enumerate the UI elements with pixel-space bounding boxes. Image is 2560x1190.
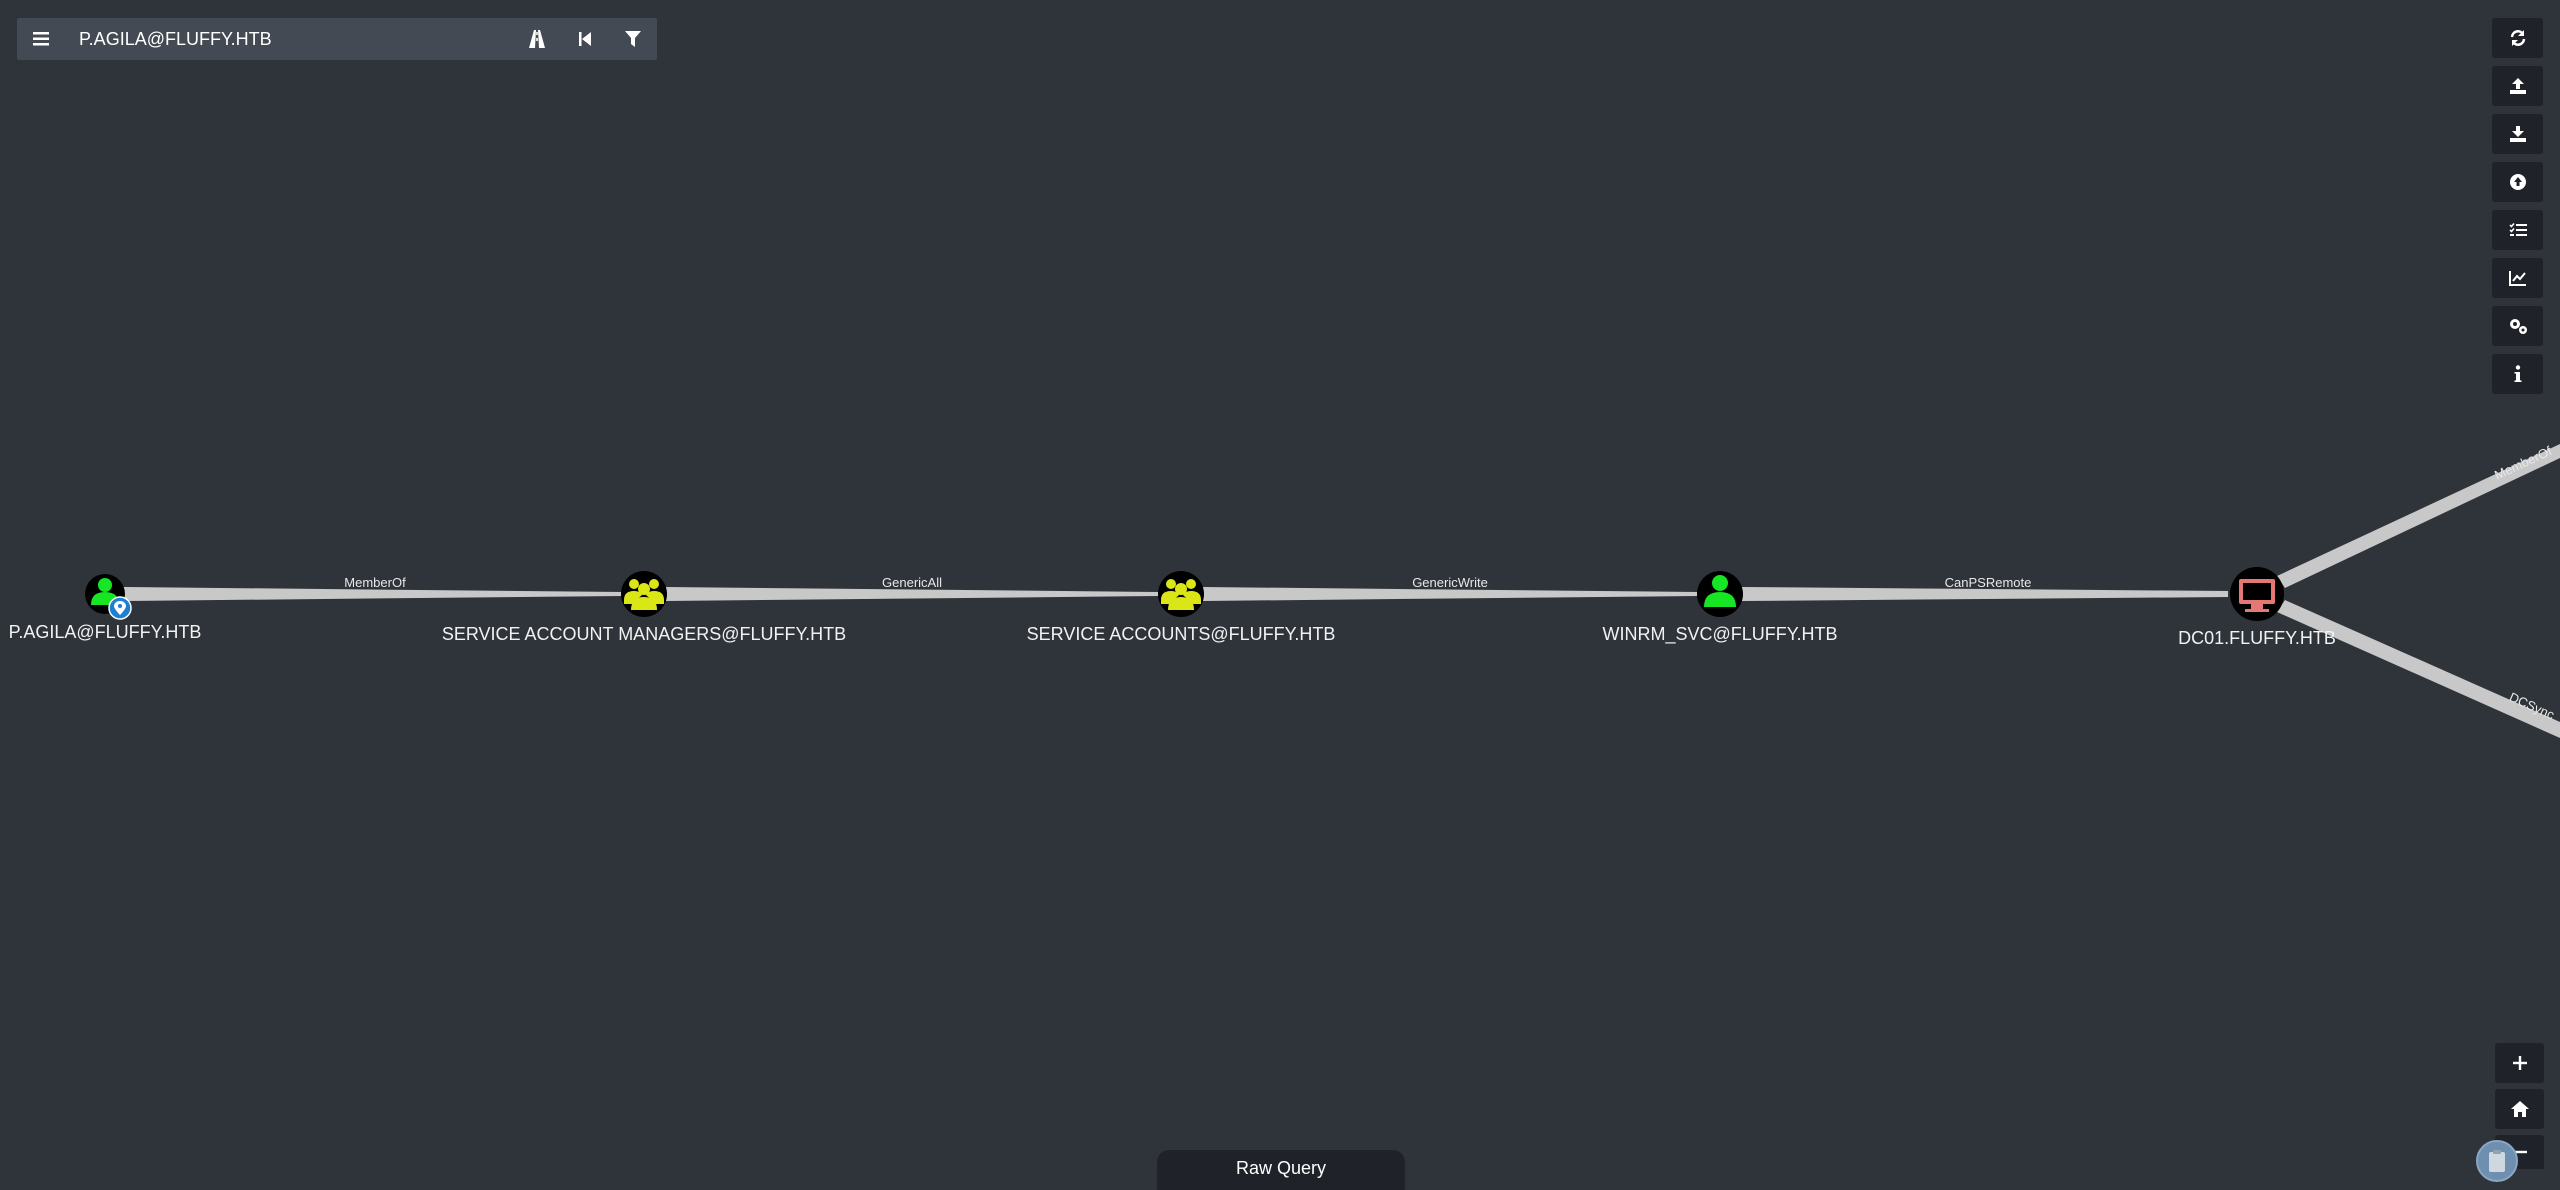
plus-icon (2512, 1056, 2527, 1070)
zoom-in-button[interactable] (2495, 1043, 2544, 1083)
node-service-accounts[interactable]: SERVICE ACCOUNTS@FLUFFY.HTB (1027, 571, 1336, 644)
back-button[interactable] (561, 18, 609, 60)
node-service-account-managers[interactable]: SERVICE ACCOUNT MANAGERS@FLUFFY.HTB (442, 571, 846, 644)
clipboard-icon (2489, 1150, 2505, 1172)
graph-canvas[interactable]: MemberOf GenericAll GenericWrite CanPSRe… (0, 0, 2560, 1182)
settings-button[interactable] (2492, 306, 2543, 346)
edge-label-memberof: MemberOf (344, 575, 406, 590)
filter-button[interactable] (609, 18, 657, 60)
filter-icon (625, 31, 641, 47)
menu-button[interactable] (17, 18, 65, 60)
import-icon (2509, 174, 2526, 190)
download-icon (2509, 126, 2526, 142)
home-icon (2510, 1101, 2529, 1117)
owned-marker-icon (108, 596, 132, 620)
node-label-dc01: DC01.FLUFFY.HTB (2178, 628, 2336, 648)
node-winrm-svc[interactable]: WINRM_SVC@FLUFFY.HTB (1603, 571, 1838, 645)
upload-button[interactable] (2492, 66, 2543, 106)
node-label-winrm-svc: WINRM_SVC@FLUFFY.HTB (1603, 624, 1838, 645)
back-icon (579, 32, 591, 46)
search-bar (17, 18, 657, 60)
raw-query-toggle[interactable]: Raw Query (1157, 1150, 1405, 1190)
edge-label-genericall: GenericAll (882, 575, 942, 590)
database-status-icon[interactable] (2476, 1140, 2518, 1182)
search-input[interactable] (65, 18, 513, 60)
upload-icon (2509, 78, 2526, 94)
info-icon (2514, 365, 2521, 382)
node-p-agila[interactable]: P.AGILA@FLUFFY.HTB (9, 574, 202, 642)
info-button[interactable] (2492, 354, 2543, 394)
refresh-button[interactable] (2492, 18, 2543, 58)
refresh-icon (2510, 30, 2525, 46)
edge-label-genericwrite: GenericWrite (1412, 575, 1488, 590)
chart-icon (2508, 271, 2526, 286)
import-button[interactable] (2492, 162, 2543, 202)
reset-view-button[interactable] (2495, 1089, 2544, 1129)
node-dc01[interactable]: DC01.FLUFFY.HTB (2178, 567, 2336, 648)
right-toolbar (2492, 18, 2543, 402)
node-label-service-accounts: SERVICE ACCOUNTS@FLUFFY.HTB (1027, 624, 1336, 644)
settings-icon (2509, 319, 2527, 334)
chart-button[interactable] (2492, 258, 2543, 298)
queries-list-button[interactable] (2492, 210, 2543, 250)
pathfinding-button[interactable] (513, 18, 561, 60)
pathfinding-icon (529, 30, 545, 48)
edge-dcsync[interactable] (2277, 600, 2560, 738)
queries-list-icon (2508, 222, 2527, 236)
download-button[interactable] (2492, 114, 2543, 154)
edges: MemberOf GenericAll GenericWrite CanPSRe… (123, 443, 2560, 738)
hamburger-menu-icon (33, 32, 49, 46)
edge-label-canpsremote: CanPSRemote (1945, 575, 2032, 590)
node-label-service-account-managers: SERVICE ACCOUNT MANAGERS@FLUFFY.HTB (442, 624, 846, 644)
node-label-p-agila: P.AGILA@FLUFFY.HTB (9, 622, 202, 642)
